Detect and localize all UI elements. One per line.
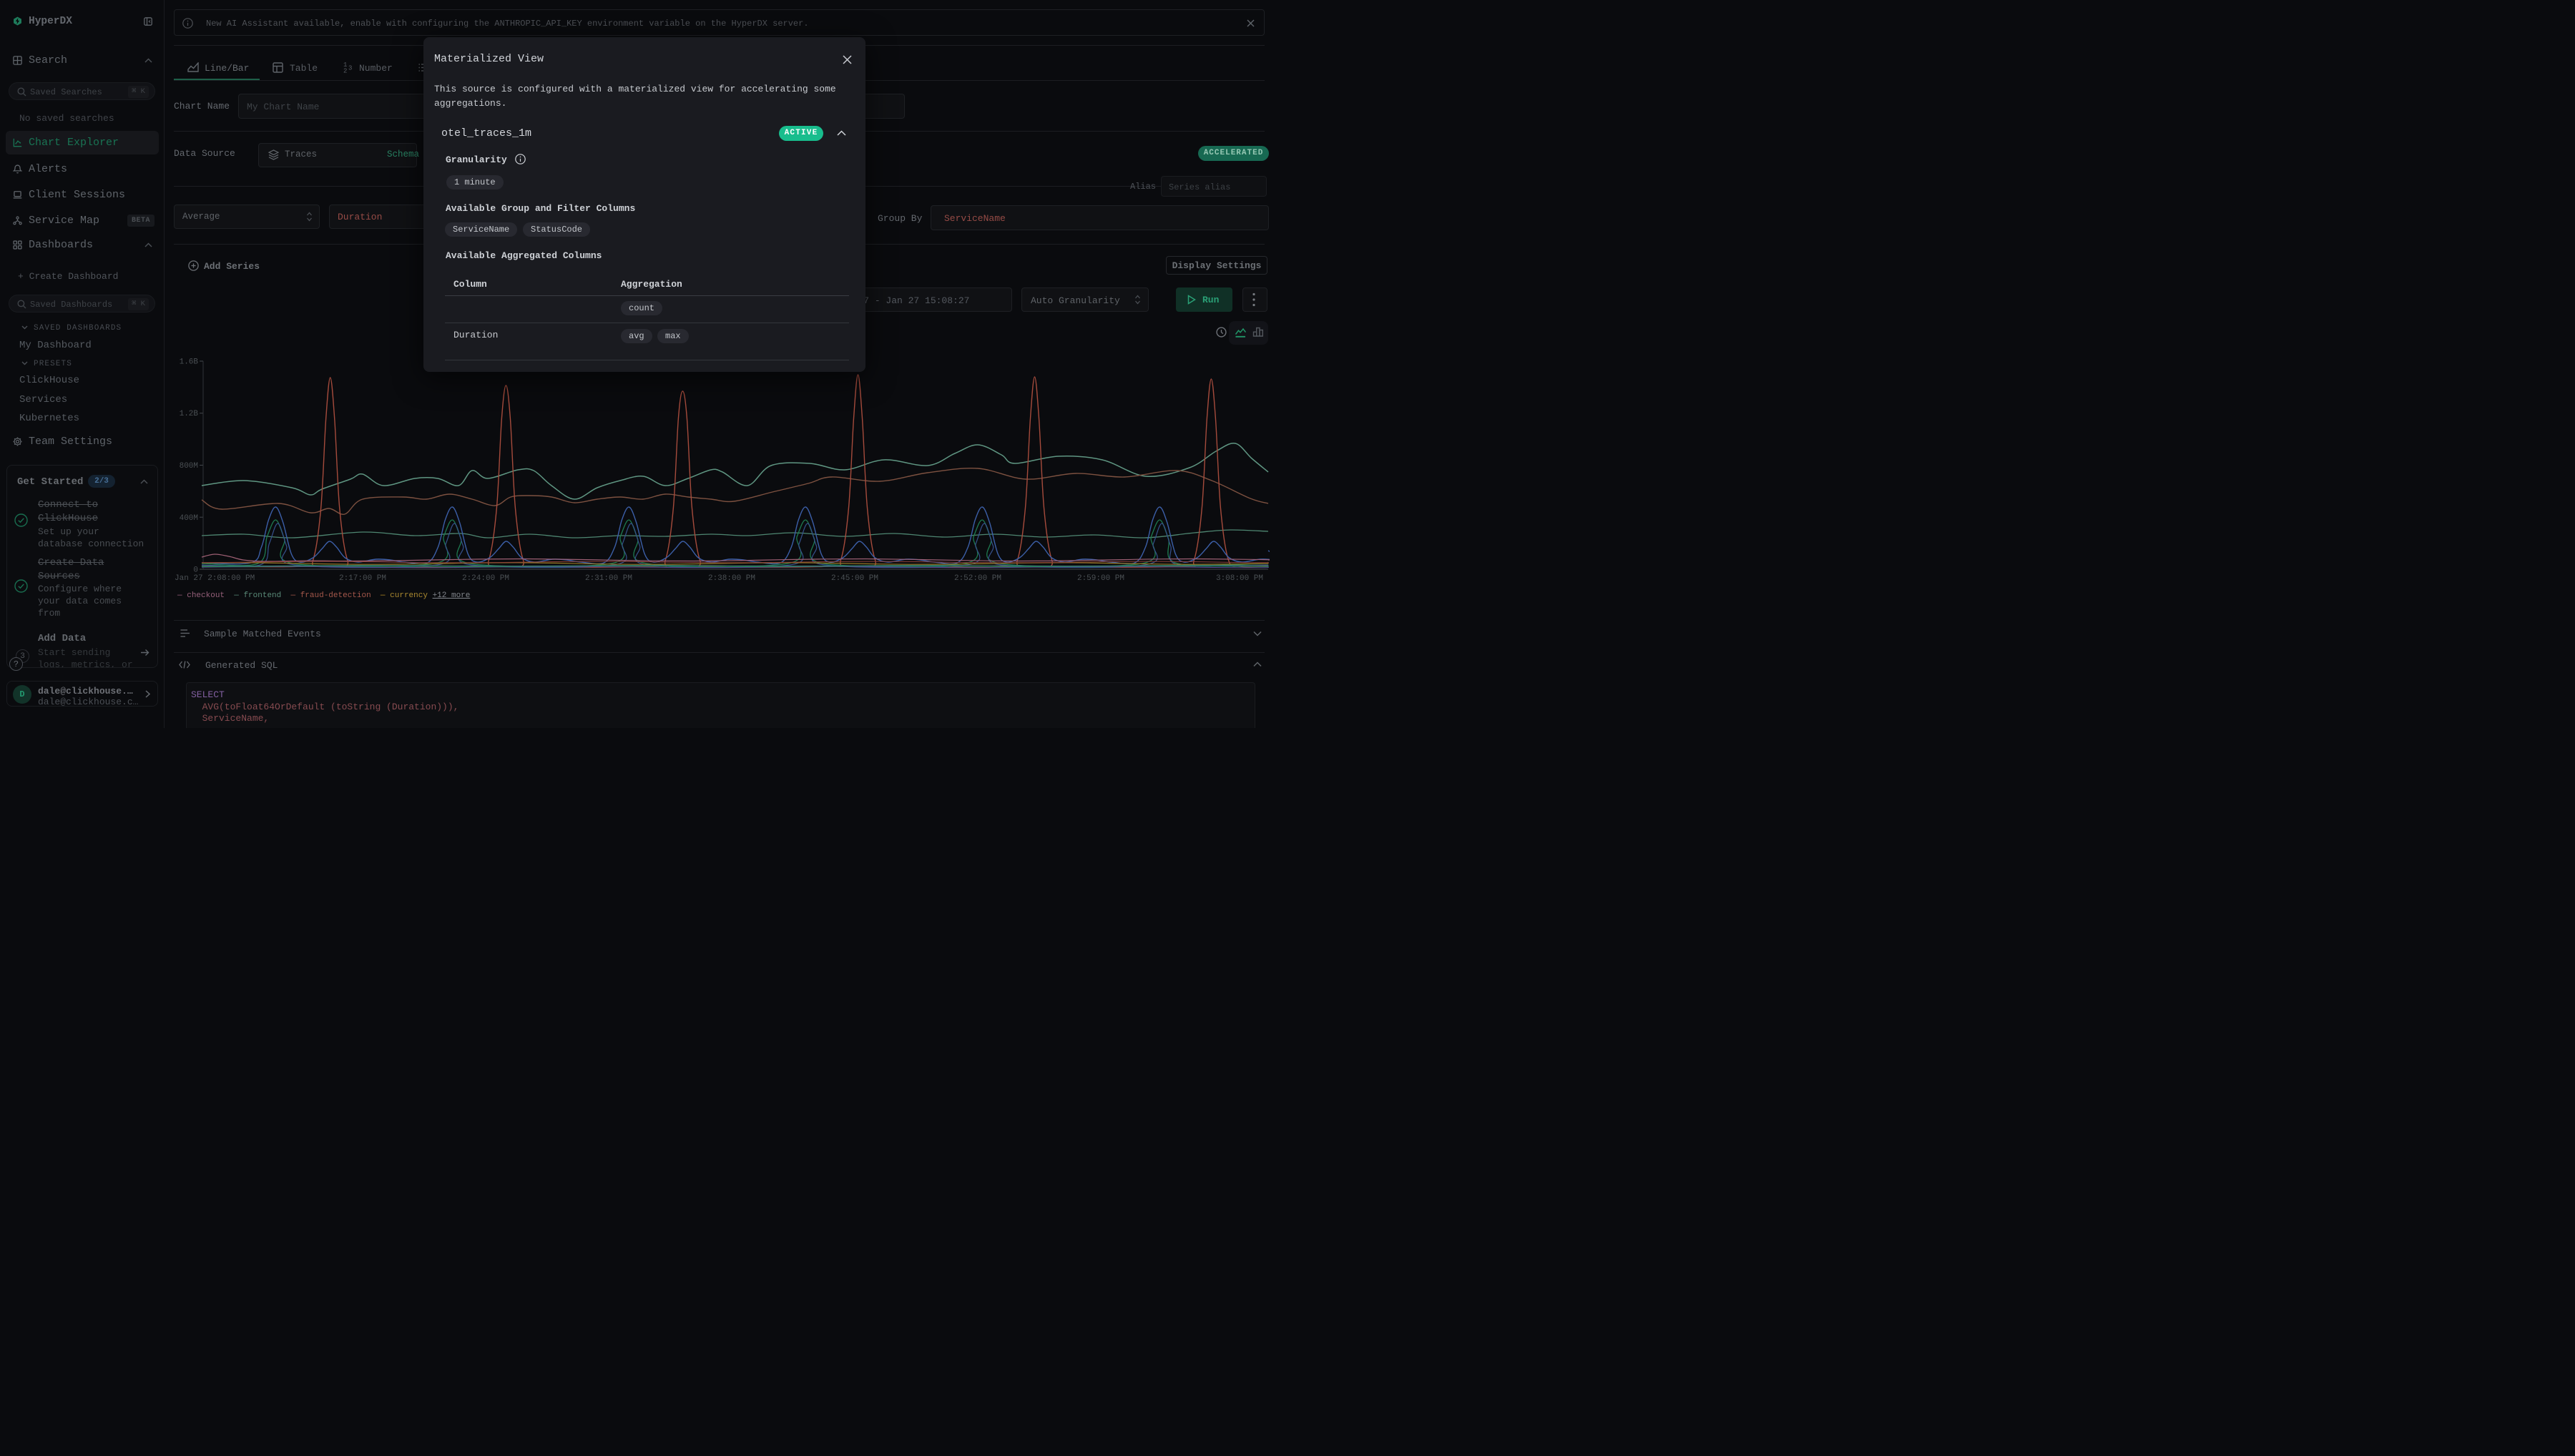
svg-text:0: 0 bbox=[193, 566, 198, 575]
svg-text:1.6B: 1.6B bbox=[180, 358, 199, 367]
svg-text:Jan 27 2:08:00 PM: Jan 27 2:08:00 PM bbox=[175, 574, 255, 583]
svg-text:2:38:00 PM: 2:38:00 PM bbox=[708, 574, 755, 583]
svg-text:3:08:00 PM: 3:08:00 PM bbox=[1216, 574, 1263, 583]
svg-text:2: 2 bbox=[343, 68, 347, 74]
svg-text:2:59:00 PM: 2:59:00 PM bbox=[1077, 574, 1124, 583]
svg-text:2:52:00 PM: 2:52:00 PM bbox=[954, 574, 1001, 583]
svg-text:2:31:00 PM: 2:31:00 PM bbox=[585, 574, 632, 583]
svg-text:2:45:00 PM: 2:45:00 PM bbox=[831, 574, 878, 583]
svg-text:2:17:00 PM: 2:17:00 PM bbox=[339, 574, 386, 583]
svg-text:2:24:00 PM: 2:24:00 PM bbox=[462, 574, 509, 583]
svg-text:800M: 800M bbox=[180, 462, 198, 471]
svg-text:400M: 400M bbox=[180, 514, 198, 523]
svg-text:1.2B: 1.2B bbox=[180, 410, 199, 418]
svg-text:3: 3 bbox=[348, 65, 352, 72]
